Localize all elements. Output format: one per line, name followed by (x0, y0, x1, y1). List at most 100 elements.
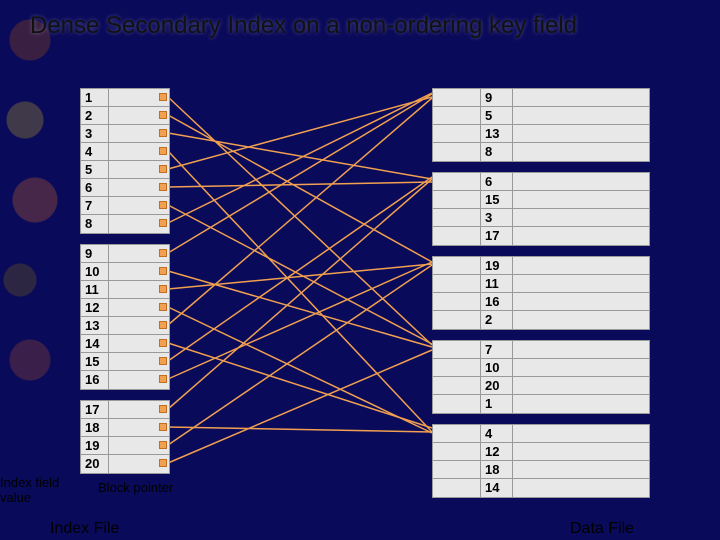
label-data-file: Data File (570, 520, 634, 538)
index-row: 3 (81, 125, 169, 143)
data-key-cell: 2 (481, 311, 513, 329)
label-block-pointer: Block pointer (98, 480, 173, 495)
index-key-cell: 20 (81, 455, 109, 473)
pointer-icon (159, 357, 167, 365)
data-row: 18 (433, 461, 649, 479)
data-key-cell: 19 (481, 257, 513, 274)
data-rest-cell (513, 143, 649, 161)
pointer-icon (159, 129, 167, 137)
data-block: 615317 (432, 172, 650, 246)
index-pointer-cell (109, 419, 169, 436)
data-block: 710201 (432, 340, 650, 414)
data-rest-cell (513, 377, 649, 394)
index-row: 4 (81, 143, 169, 161)
pointer-icon (159, 183, 167, 191)
pointer-icon (159, 375, 167, 383)
data-rest-cell (513, 209, 649, 226)
index-row: 8 (81, 215, 169, 233)
data-leading-cell (433, 359, 481, 376)
data-row: 15 (433, 191, 649, 209)
index-row: 14 (81, 335, 169, 353)
data-key-cell: 11 (481, 275, 513, 292)
pointer-icon (159, 147, 167, 155)
pointer-icon (159, 441, 167, 449)
data-row: 10 (433, 359, 649, 377)
data-rest-cell (513, 89, 649, 106)
index-pointer-cell (109, 335, 169, 352)
pointer-icon (159, 165, 167, 173)
index-pointer-cell (109, 401, 169, 418)
index-pointer-cell (109, 437, 169, 454)
data-rest-cell (513, 107, 649, 124)
data-leading-cell (433, 107, 481, 124)
pointer-icon (159, 321, 167, 329)
data-key-cell: 12 (481, 443, 513, 460)
index-block: 12345678 (80, 88, 170, 234)
data-key-cell: 8 (481, 143, 513, 161)
index-row: 15 (81, 353, 169, 371)
data-rest-cell (513, 341, 649, 358)
data-rest-cell (513, 227, 649, 245)
data-leading-cell (433, 341, 481, 358)
data-rest-cell (513, 395, 649, 413)
index-key-cell: 11 (81, 281, 109, 298)
label-index-field-value: Index field value (0, 475, 59, 505)
index-pointer-cell (109, 317, 169, 334)
index-row: 6 (81, 179, 169, 197)
data-key-cell: 7 (481, 341, 513, 358)
index-key-cell: 6 (81, 179, 109, 196)
index-pointer-cell (109, 281, 169, 298)
data-leading-cell (433, 275, 481, 292)
pointer-icon (159, 285, 167, 293)
data-block: 95138 (432, 88, 650, 162)
pointer-icon (159, 201, 167, 209)
index-row: 1 (81, 89, 169, 107)
index-row: 18 (81, 419, 169, 437)
data-row: 13 (433, 125, 649, 143)
index-row: 5 (81, 161, 169, 179)
data-leading-cell (433, 257, 481, 274)
data-rest-cell (513, 425, 649, 442)
index-pointer-cell (109, 215, 169, 233)
data-key-cell: 3 (481, 209, 513, 226)
index-key-cell: 14 (81, 335, 109, 352)
index-row: 13 (81, 317, 169, 335)
data-row: 7 (433, 341, 649, 359)
index-key-cell: 3 (81, 125, 109, 142)
data-leading-cell (433, 443, 481, 460)
data-key-cell: 1 (481, 395, 513, 413)
data-leading-cell (433, 89, 481, 106)
data-block: 4121814 (432, 424, 650, 498)
data-row: 8 (433, 143, 649, 161)
data-row: 3 (433, 209, 649, 227)
data-leading-cell (433, 209, 481, 226)
data-key-cell: 15 (481, 191, 513, 208)
index-key-cell: 5 (81, 161, 109, 178)
index-pointer-cell (109, 125, 169, 142)
data-key-cell: 18 (481, 461, 513, 478)
data-key-cell: 6 (481, 173, 513, 190)
data-leading-cell (433, 395, 481, 413)
data-row: 9 (433, 89, 649, 107)
data-row: 5 (433, 107, 649, 125)
index-key-cell: 17 (81, 401, 109, 418)
data-rest-cell (513, 275, 649, 292)
data-row: 12 (433, 443, 649, 461)
data-rest-cell (513, 125, 649, 142)
pointer-icon (159, 303, 167, 311)
data-row: 2 (433, 311, 649, 329)
index-key-cell: 16 (81, 371, 109, 389)
data-rest-cell (513, 461, 649, 478)
index-pointer-cell (109, 107, 169, 124)
data-rest-cell (513, 293, 649, 310)
index-pointer-cell (109, 263, 169, 280)
index-key-cell: 7 (81, 197, 109, 214)
data-key-cell: 4 (481, 425, 513, 442)
index-block: 17181920 (80, 400, 170, 474)
index-row: 19 (81, 437, 169, 455)
index-pointer-cell (109, 161, 169, 178)
data-leading-cell (433, 311, 481, 329)
index-pointer-cell (109, 89, 169, 106)
data-row: 17 (433, 227, 649, 245)
index-key-cell: 1 (81, 89, 109, 106)
